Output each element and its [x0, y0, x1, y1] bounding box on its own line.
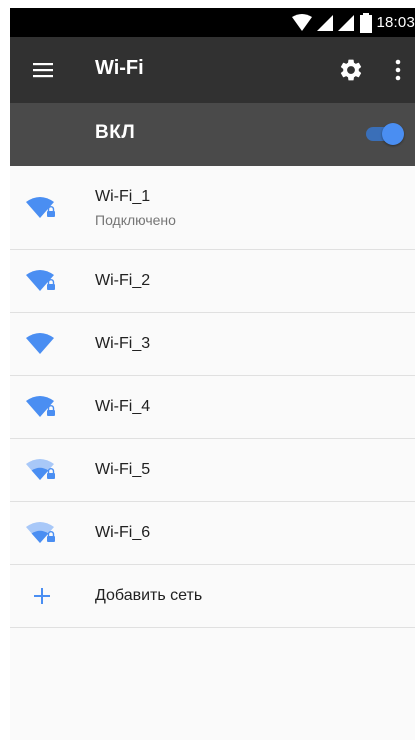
wifi-switch-label: ВКЛ	[95, 122, 136, 143]
signal-icon-2	[338, 14, 355, 31]
wifi-signal-icon	[26, 270, 55, 291]
page-title: Wi-Fi	[95, 57, 144, 79]
wifi-signal-icon	[26, 522, 55, 543]
network-status: Подключено	[95, 212, 176, 228]
battery-icon	[360, 12, 373, 33]
network-ssid: Wi-Fi_2	[95, 272, 151, 289]
app-toolbar: Wi-Fi	[10, 37, 415, 103]
network-list: Wi-Fi_1 Подключено Wi-Fi_2 Wi-Fi_3 Wi-Fi…	[10, 166, 415, 628]
network-item-wifi-5[interactable]: Wi-Fi_5	[10, 439, 415, 502]
network-item-wifi-1[interactable]: Wi-Fi_1 Подключено	[10, 166, 415, 250]
wifi-signal-icon	[26, 459, 55, 480]
menu-icon[interactable]	[32, 59, 54, 81]
network-item-wifi-4[interactable]: Wi-Fi_4	[10, 376, 415, 439]
status-icons: 18:03	[291, 8, 415, 37]
add-network-label: Добавить сеть	[95, 587, 203, 604]
wifi-master-switch-row[interactable]: ВКЛ	[10, 103, 415, 166]
network-ssid: Wi-Fi_6	[95, 524, 151, 541]
network-ssid: Wi-Fi_3	[95, 335, 151, 352]
wifi-status-icon	[292, 13, 313, 31]
status-bar: 18:03	[10, 8, 415, 37]
network-ssid: Wi-Fi_5	[95, 461, 151, 478]
wifi-signal-icon	[26, 396, 55, 417]
network-item-wifi-3[interactable]: Wi-Fi_3	[10, 313, 415, 376]
gear-icon[interactable]	[338, 57, 364, 83]
network-ssid: Wi-Fi_1	[95, 188, 151, 205]
more-vert-icon[interactable]	[393, 58, 403, 82]
wifi-settings-screen: 18:03 Wi-Fi ВКЛ Wi-Fi_1 Подключено Wi-Fi…	[10, 8, 415, 740]
wifi-toggle-thumb[interactable]	[382, 123, 404, 145]
status-time: 18:03	[376, 14, 415, 31]
network-item-wifi-2[interactable]: Wi-Fi_2	[10, 250, 415, 313]
wifi-signal-icon	[26, 333, 54, 354]
network-ssid: Wi-Fi_4	[95, 398, 151, 415]
wifi-signal-icon	[26, 197, 55, 218]
signal-icon	[317, 14, 334, 31]
plus-icon	[34, 588, 50, 604]
add-network-button[interactable]: Добавить сеть	[10, 565, 415, 628]
network-item-wifi-6[interactable]: Wi-Fi_6	[10, 502, 415, 565]
